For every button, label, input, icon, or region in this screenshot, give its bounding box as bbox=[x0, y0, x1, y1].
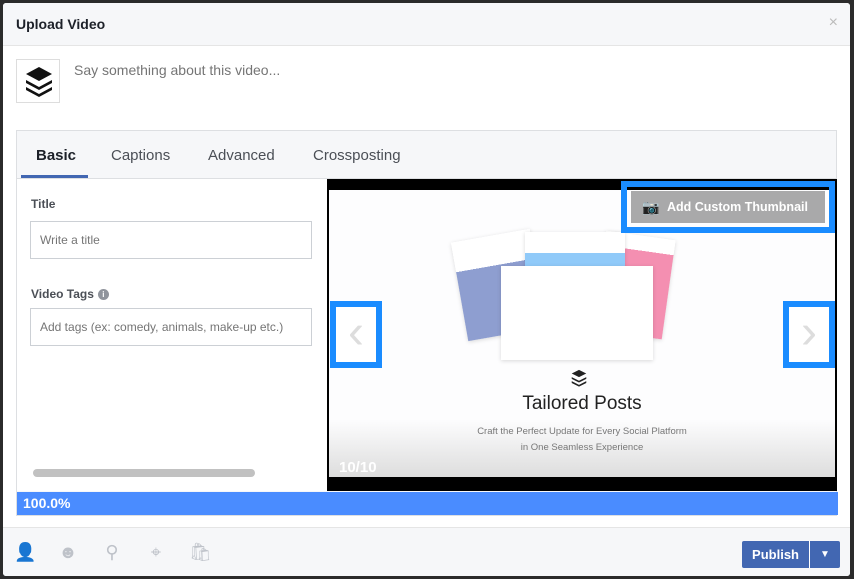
dialog-footer: 👤 ☻ ⚲ ⌖ 🛍 Publish ▼ bbox=[3, 527, 850, 576]
dialog-title: Upload Video bbox=[16, 16, 105, 32]
dialog-header: Upload Video × bbox=[3, 3, 850, 46]
illustration-card bbox=[501, 266, 653, 360]
video-tags-input[interactable] bbox=[30, 308, 312, 346]
tag-people-icon[interactable]: 👤 bbox=[14, 542, 36, 564]
title-label: Title bbox=[31, 197, 55, 211]
tab-bar: Basic Captions Advanced Crossposting bbox=[17, 131, 836, 179]
video-tags-label-text: Video Tags bbox=[31, 287, 94, 301]
location-icon[interactable]: ⚲ bbox=[101, 542, 123, 564]
slide-title: Tailored Posts bbox=[329, 393, 835, 415]
video-description-input[interactable] bbox=[74, 62, 674, 78]
publish-button[interactable]: Publish bbox=[742, 541, 810, 568]
publish-options-dropdown[interactable]: ▼ bbox=[810, 541, 840, 568]
camera-icon: 📷 bbox=[642, 191, 659, 223]
feeling-icon[interactable]: ☻ bbox=[57, 542, 79, 564]
slide-subtitle: Craft the Perfect Update for Every Socia… bbox=[329, 426, 835, 437]
publish-button-group: Publish ▼ bbox=[742, 541, 840, 568]
tab-advanced[interactable]: Advanced bbox=[208, 147, 275, 164]
next-thumbnail-button[interactable]: › bbox=[783, 301, 835, 368]
chevron-left-icon: ‹ bbox=[348, 306, 364, 359]
slide-subtitle-2: in One Seamless Experience bbox=[329, 442, 835, 453]
target-icon[interactable]: ⌖ bbox=[145, 542, 167, 564]
basic-form: Title Video Tags i bbox=[17, 179, 327, 491]
add-custom-thumbnail-label: Add Custom Thumbnail bbox=[667, 200, 808, 214]
info-icon[interactable]: i bbox=[98, 289, 109, 300]
video-thumbnail-preview: Tailored Posts Craft the Perfect Update … bbox=[327, 179, 837, 491]
caret-down-icon: ▼ bbox=[820, 549, 830, 560]
horizontal-scrollbar[interactable] bbox=[33, 469, 255, 477]
active-tab-indicator bbox=[21, 175, 88, 178]
upload-progress-label: 100.0% bbox=[23, 495, 70, 511]
buffer-logo-icon bbox=[569, 368, 589, 388]
tab-captions[interactable]: Captions bbox=[111, 147, 170, 164]
add-custom-thumbnail-button[interactable]: 📷 Add Custom Thumbnail bbox=[621, 181, 835, 233]
tab-basic[interactable]: Basic bbox=[36, 147, 76, 164]
video-tags-label: Video Tags i bbox=[31, 287, 109, 301]
page-avatar-buffer-logo bbox=[16, 59, 60, 103]
upload-video-dialog: Upload Video × Basic Captions Advanced C… bbox=[3, 3, 850, 576]
video-settings-panel: Basic Captions Advanced Crossposting Tit… bbox=[16, 130, 837, 516]
tab-crossposting[interactable]: Crossposting bbox=[313, 147, 401, 164]
thumbnail-frame: Tailored Posts Craft the Perfect Update … bbox=[329, 190, 835, 477]
thumbnail-counter: 10/10 bbox=[339, 459, 377, 476]
chevron-right-icon: › bbox=[801, 306, 817, 359]
shopping-bag-icon[interactable]: 🛍 bbox=[189, 542, 211, 564]
close-icon[interactable]: × bbox=[829, 14, 838, 32]
upload-progress-bar: 100.0% bbox=[17, 492, 838, 515]
previous-thumbnail-button[interactable]: ‹ bbox=[330, 301, 382, 368]
title-input[interactable] bbox=[30, 221, 312, 259]
